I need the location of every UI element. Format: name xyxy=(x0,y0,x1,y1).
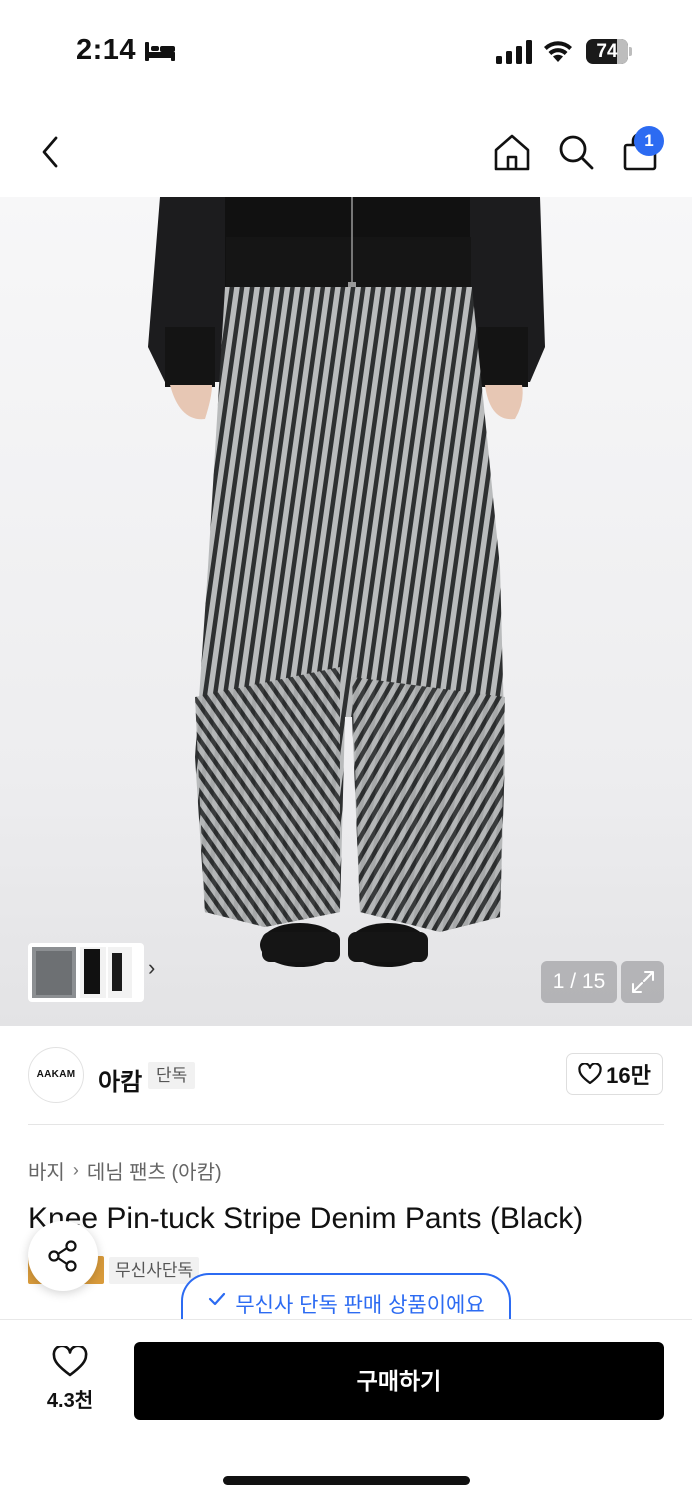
status-bar: 2:14 74 xyxy=(0,0,692,100)
breadcrumb: 바지 › 데님 팬츠 (아캄) xyxy=(28,1156,222,1185)
exclusive-notice-text: 무신사 단독 판매 상품이에요 xyxy=(235,1294,485,1317)
thumbnail-images xyxy=(32,947,132,998)
heart-icon xyxy=(52,1346,88,1377)
cellular-signal-icon xyxy=(496,40,532,64)
musinsa-exclusive-tag: 무신사단독 xyxy=(109,1257,200,1284)
check-icon xyxy=(209,1292,226,1306)
brand-logo[interactable]: AAKAM xyxy=(28,1047,84,1103)
home-button[interactable] xyxy=(488,128,536,176)
battery-indicator: 74 xyxy=(586,39,632,64)
image-page-counter: 1 / 15 xyxy=(541,961,617,1003)
search-button[interactable] xyxy=(552,128,600,176)
battery-level: 74 xyxy=(596,41,618,62)
exclusive-tag: 단독 xyxy=(148,1062,196,1089)
search-icon xyxy=(559,135,594,170)
expand-icon xyxy=(631,971,654,993)
buy-button[interactable]: 구매하기 xyxy=(134,1342,664,1420)
wishlist-count: 4.3천 xyxy=(46,1390,94,1412)
home-indicator xyxy=(223,1476,470,1485)
brand-like-button[interactable]: 16만 xyxy=(566,1053,663,1095)
product-photo xyxy=(148,197,545,967)
share-icon xyxy=(48,1240,77,1272)
divider xyxy=(28,1124,664,1125)
breadcrumb-separator-icon: › xyxy=(72,1160,79,1180)
wifi-icon xyxy=(544,41,572,62)
brand-name[interactable]: 아캄 xyxy=(98,1062,142,1097)
breadcrumb-category[interactable]: 바지 xyxy=(28,1156,65,1185)
home-icon xyxy=(494,134,530,171)
brand-like-count: 16만 xyxy=(606,1063,651,1088)
product-image-gallery[interactable] xyxy=(0,197,692,1026)
brand-row: AAKAM 아캄 단독 16만 xyxy=(0,1026,692,1126)
sleep-focus-icon xyxy=(145,42,175,61)
fullscreen-button[interactable] xyxy=(621,961,664,1003)
share-button[interactable] xyxy=(28,1221,98,1291)
bottom-action-bar: 4.3천 구매하기 xyxy=(0,1319,692,1500)
thumbnail-next-icon: › xyxy=(148,955,156,980)
back-button[interactable] xyxy=(26,128,74,176)
chevron-left-icon xyxy=(42,136,58,168)
cart-count-badge: 1 xyxy=(634,126,664,156)
top-nav-bar xyxy=(0,110,692,192)
thumbnail-strip[interactable]: › xyxy=(28,943,155,1002)
product-title: Knee Pin-tuck Stripe Denim Pants (Black) xyxy=(28,1202,584,1235)
heart-icon xyxy=(578,1063,602,1085)
wishlist-button[interactable]: 4.3천 xyxy=(30,1346,110,1416)
status-time: 2:14 xyxy=(76,34,137,66)
breadcrumb-subcategory[interactable]: 데님 팬츠 (아캄) xyxy=(87,1156,222,1185)
